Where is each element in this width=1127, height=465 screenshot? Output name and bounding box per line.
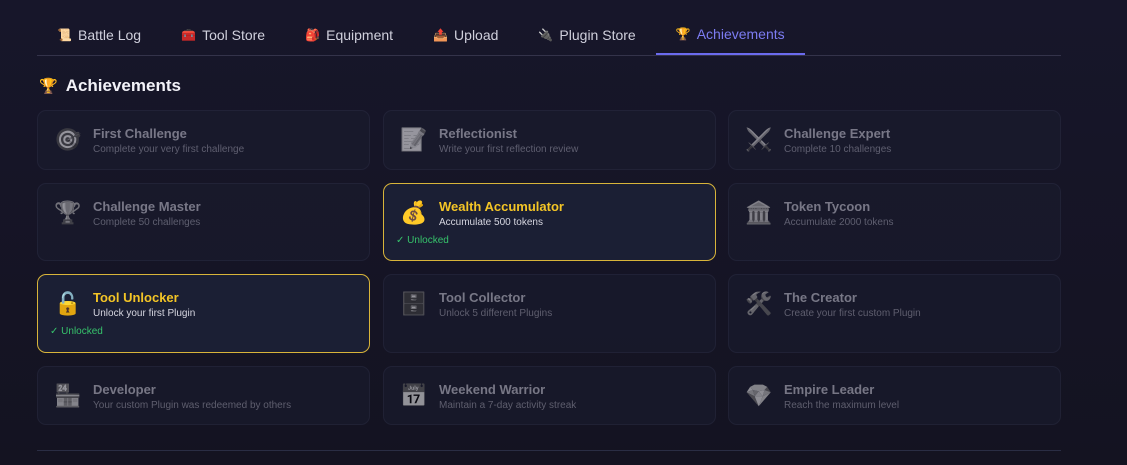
achievement-title: Wealth Accumulator [439, 199, 564, 214]
unlocked-badge: ✓ Unlocked [50, 326, 103, 337]
tab-equipment[interactable]: 🎒 Equipment [285, 14, 413, 55]
tab-achievements[interactable]: 🏆 Achievements [655, 14, 805, 55]
achievement-description: Maintain a 7-day activity streak [439, 400, 577, 411]
section-header: 🏆 Achievements [39, 76, 181, 96]
achievement-card-reflectionist[interactable]: 📝 Reflectionist Write your first reflect… [383, 110, 716, 170]
achievement-description: Complete 50 challenges [93, 217, 201, 228]
achievement-card-tool-unlocker[interactable]: 🔓 Tool Unlocker Unlock your first Plugin… [37, 274, 370, 353]
achievement-description: Accumulate 2000 tokens [784, 217, 894, 228]
trophy-icon: 🏆 [54, 200, 82, 225]
section-title: Achievements [65, 76, 181, 95]
achievement-card-weekend-warrior[interactable]: 📅 Weekend Warrior Maintain a 7-day activ… [383, 366, 716, 425]
unlocked-badge: ✓ Unlocked [396, 235, 449, 246]
achievement-description: Reach the maximum level [784, 400, 900, 411]
achievement-title: Empire Leader [784, 382, 875, 397]
calendar-icon: 📅 [400, 383, 428, 408]
achievement-title: Tool Unlocker [93, 290, 179, 305]
memo-icon: 📝 [400, 127, 428, 152]
achievement-card-the-creator[interactable]: 🛠️ The Creator Create your first custom … [728, 274, 1061, 353]
achievement-title: Challenge Expert [784, 126, 891, 141]
achievement-title: Weekend Warrior [439, 382, 546, 397]
achievement-card-first-challenge[interactable]: 🎯 First Challenge Complete your very fir… [37, 110, 370, 170]
achievements-page: 📜 Battle Log 🧰 Tool Store 🎒 Equipment 📤 … [0, 0, 1127, 465]
achievement-description: Write your first reflection review [439, 144, 579, 155]
crossed-swords-icon: ⚔️ [745, 127, 773, 152]
tab-label: Tool Store [202, 26, 266, 43]
gem-icon: 💎 [745, 383, 773, 408]
tab-label: Battle Log [78, 26, 142, 43]
file-cabinet-icon: 🗄️ [400, 291, 428, 316]
tab-label: Upload [454, 26, 499, 43]
achievement-title: Tool Collector [439, 290, 526, 305]
trophy-icon: 🏆 [675, 26, 691, 41]
achievement-title: Reflectionist [439, 126, 518, 141]
tab-plugin-store[interactable]: 🔌 Plugin Store [518, 14, 655, 55]
backpack-icon: 🎒 [305, 27, 321, 42]
tab-battle-log[interactable]: 📜 Battle Log [37, 14, 161, 55]
achievement-card-challenge-expert[interactable]: ⚔️ Challenge Expert Complete 10 challeng… [728, 110, 1061, 170]
tab-label: Equipment [326, 26, 394, 43]
achievement-title: Developer [93, 382, 156, 397]
bank-icon: 🏛️ [745, 200, 773, 225]
achievement-description: Unlock 5 different Plugins [439, 308, 553, 319]
target-icon: 🎯 [54, 127, 82, 152]
tab-upload[interactable]: 📤 Upload [413, 14, 518, 55]
achievement-description: Complete your very first challenge [93, 144, 245, 155]
trophy-icon: 🏆 [39, 78, 58, 95]
achievement-description: Unlock your first Plugin [93, 308, 196, 319]
tab-label: Achievements [696, 25, 785, 42]
money-bag-icon: 💰 [400, 200, 428, 225]
achievement-card-tool-collector[interactable]: 🗄️ Tool Collector Unlock 5 different Plu… [383, 274, 716, 353]
achievement-card-wealth-accumulator[interactable]: 💰 Wealth Accumulator Accumulate 500 toke… [383, 183, 716, 261]
achievement-card-empire-leader[interactable]: 💎 Empire Leader Reach the maximum level [728, 366, 1061, 425]
achievement-title: First Challenge [93, 126, 187, 141]
tab-bar: 📜 Battle Log 🧰 Tool Store 🎒 Equipment 📤 … [37, 14, 1061, 56]
achievement-title: Token Tycoon [784, 199, 871, 214]
achievement-title: The Creator [784, 290, 857, 305]
tab-tool-store[interactable]: 🧰 Tool Store [161, 14, 285, 55]
plug-icon: 🔌 [538, 27, 554, 42]
achievement-card-developer[interactable]: 🏪 Developer Your custom Plugin was redee… [37, 366, 370, 425]
achievement-card-token-tycoon[interactable]: 🏛️ Token Tycoon Accumulate 2000 tokens [728, 183, 1061, 261]
achievement-title: Challenge Master [93, 199, 201, 214]
achievement-description: Create your first custom Plugin [784, 308, 921, 319]
achievement-description: Complete 10 challenges [784, 144, 892, 155]
unlocked-padlock-icon: 🔓 [54, 291, 82, 316]
divider [37, 450, 1061, 451]
achievement-description: Accumulate 500 tokens [439, 217, 543, 228]
storefront-icon: 🏪 [54, 383, 82, 408]
tools-icon: 🛠️ [745, 291, 773, 316]
upload-icon: 📤 [433, 27, 448, 42]
tab-label: Plugin Store [559, 26, 636, 43]
toolbox-icon: 🧰 [181, 27, 197, 42]
scroll-icon: 📜 [57, 27, 72, 42]
achievement-description: Your custom Plugin was redeemed by other… [93, 400, 292, 411]
achievement-card-challenge-master[interactable]: 🏆 Challenge Master Complete 50 challenge… [37, 183, 370, 261]
